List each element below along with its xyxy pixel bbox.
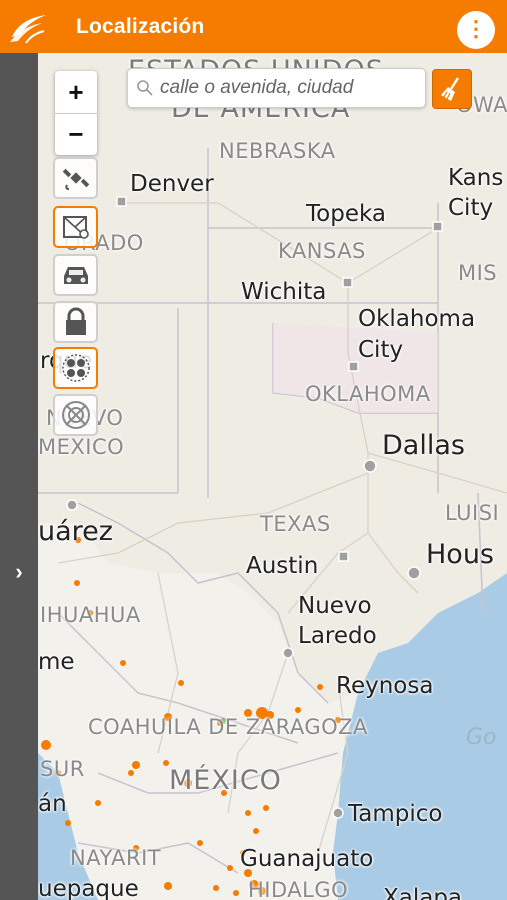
geofence-button[interactable] [53,394,98,436]
search-icon [137,80,153,96]
brand-logo [8,9,48,45]
label-xalapa: Xalapa [383,885,463,900]
label-nayarit: NAYARIT [70,846,162,870]
label-texas: TEXAS [260,512,331,536]
map-canvas[interactable]: ESTADOS UNIDOS DE AMERICA MÉXICO NEBRASK… [38,53,507,900]
label-tampico: Tampico [348,801,443,827]
label-gulf: Go [466,725,497,750]
vehicle-button[interactable] [53,254,98,296]
zoom-in-button[interactable]: + [55,71,97,113]
label-topeka: Topeka [306,201,386,227]
zoom-out-button[interactable]: − [55,113,97,155]
label-kansas-city: Kans [448,165,504,191]
more-menu-button[interactable]: ⋮ [457,11,495,49]
label-chihuahua: IHUAHUA [40,603,141,627]
lock-icon [65,307,86,335]
label-louisiana: LUISI [445,501,500,525]
label-mexico: MÉXICO [169,765,282,796]
satellite-button[interactable] [53,157,98,199]
app-header: Localización ⋮ [0,0,507,53]
label-hidalgo: HIDALGO [248,878,349,900]
label-oklahoma-city: Oklahoma [358,306,476,332]
label-kansas: KANSAS [278,239,366,263]
label-juarez: uárez [38,516,113,547]
label-nebraska: NEBRASKA [219,139,336,163]
label-coahuila: COAHUILA DE ZARAGOZA [88,715,368,739]
label-austin: Austin [246,553,319,579]
clear-search-button[interactable] [432,69,472,109]
label-oklahoma: OKLAHOMA [305,382,431,406]
zoom-control: + − [55,71,97,155]
label-sonora: SUR [40,757,85,781]
satellite-icon [62,168,89,190]
label-missouri: MIS [458,261,498,285]
label-houston: Hous [426,539,495,570]
label-tlaquepaque: uepaque [38,876,139,900]
label-guanajuato: Guanajuato [240,846,374,872]
label-wichita: Wichita [241,279,327,305]
label-dallas: Dallas [382,430,465,461]
label-kansas-city-2: City [448,195,494,221]
lock-button[interactable] [53,301,98,343]
label-nuevo-laredo-2: Laredo [298,623,377,649]
label-nuevo-laredo: Nuevo [298,593,372,619]
search-box [127,68,426,108]
side-drawer-handle[interactable]: › [0,53,38,900]
car-icon [63,267,88,284]
cluster-button[interactable] [53,347,98,389]
more-vert-icon: ⋮ [465,15,487,41]
geofence-icon [61,401,90,429]
page-title: Localización [76,14,205,38]
map-layer-button[interactable] [53,206,98,248]
label-reynosa: Reynosa [336,673,434,699]
label-denver: Denver [130,171,214,197]
label-culiacan: án [38,791,67,817]
search-input[interactable] [160,77,420,99]
cluster-icon [61,354,90,382]
map-pin-icon [62,216,89,239]
label-oklahoma-city-2: City [358,337,404,363]
label-hermosillo: me [38,649,75,675]
label-new-mexico-2: MEXICO [38,435,125,459]
chevron-right-icon[interactable]: › [8,559,30,585]
broom-icon [441,77,460,101]
